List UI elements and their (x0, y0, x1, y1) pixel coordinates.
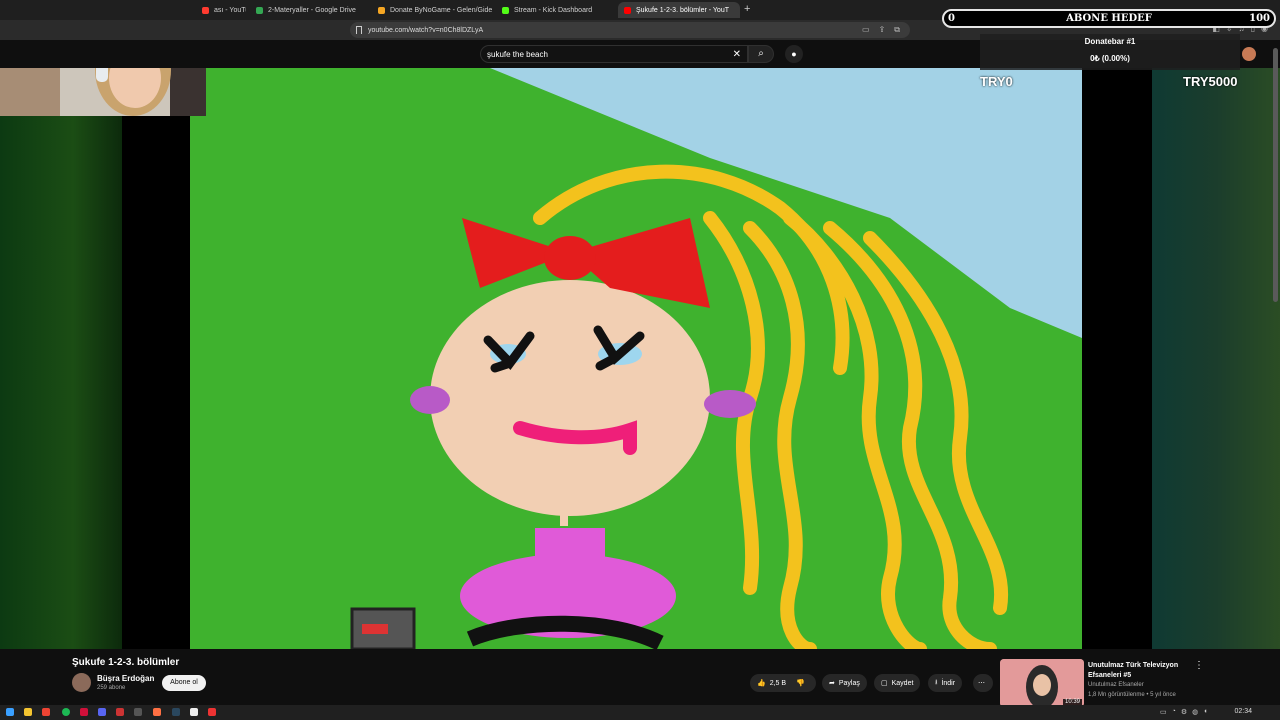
recommended-channel[interactable]: Unutulmaz Efsaneler (1088, 682, 1144, 688)
search-input[interactable]: şukufe the beach ✕ (480, 45, 748, 63)
start-menu-icon[interactable] (6, 708, 14, 716)
url-text[interactable]: youtube.com/watch?v=n0Ch8lDZLyA (368, 27, 483, 34)
address-bar[interactable]: ⚙ youtube.com/watch?v=n0Ch8lDZLyA ▭ ⇪ ⧉ (350, 22, 1280, 720)
like-dislike-group: 👍 2,5 B 👎 (750, 674, 816, 692)
browser-tab[interactable]: 2-Materyaller - Google Drive (250, 2, 368, 18)
youtube-taskbar-icon[interactable] (208, 708, 216, 716)
search-input-value[interactable]: şukufe the beach (487, 50, 548, 59)
system-tray: ▭ ◔ ⚙ ◍ ◖ (1160, 708, 1207, 716)
ambient-glow-right (1152, 68, 1280, 649)
tab-label: Donate ByNoGame - Gelen/Giden Bağ (390, 6, 492, 14)
tab-label: Stream - Kick Dashboard (514, 6, 593, 14)
channel-avatar[interactable] (72, 673, 91, 692)
taskbar: ▭ ◔ ⚙ ◍ ◖ 02:34 (0, 705, 1280, 720)
share-arrow-icon: ➦ (829, 680, 835, 687)
tab-favicon-icon (256, 6, 263, 14)
tab-label: 2-Materyaller - Google Drive (268, 6, 356, 14)
file-explorer-icon[interactable] (24, 708, 32, 716)
download-button[interactable]: ⭳ İndir (928, 674, 963, 692)
dislike-icon[interactable]: 👎 (796, 679, 805, 687)
tab-favicon-icon (502, 6, 509, 14)
browser-taskbar-icon[interactable] (153, 708, 161, 716)
donation-current: TRY0 (980, 74, 1013, 89)
translate-icon[interactable]: ⧉ (894, 25, 900, 35)
discord-icon[interactable] (98, 708, 106, 716)
share-icon[interactable]: ⇪ (879, 25, 886, 35)
steam-icon[interactable] (172, 708, 180, 716)
video-frame-drawing[interactable] (190, 68, 1082, 649)
more-icon: ⋯ (978, 680, 985, 687)
recommended-meta: 1,8 Mn görüntülenme • 5 yıl önce (1088, 692, 1176, 698)
recommended-menu-icon[interactable]: ⋮ (1194, 660, 1204, 671)
clear-search-icon[interactable]: ✕ (733, 49, 741, 60)
subscriber-count: 259 abone (97, 685, 126, 691)
browser-tab[interactable]: Donate ByNoGame - Gelen/Giden Bağ (372, 2, 492, 18)
recommended-thumbnail[interactable]: 10:39 (1000, 659, 1084, 707)
new-tab-button[interactable]: + (744, 3, 750, 15)
tab-favicon-icon (202, 6, 209, 14)
recommended-title[interactable]: Unutulmaz Türk Televizyon Efsaneleri #5 (1088, 661, 1188, 681)
network-icon[interactable]: ◍ (1192, 708, 1198, 716)
download-arrow-icon: ⭳ (935, 678, 938, 686)
tab-label: ası - YouTub (214, 6, 246, 14)
tab-favicon-icon (624, 6, 631, 14)
like-count[interactable]: 2,5 B (770, 680, 786, 687)
video-title: Şukufe 1-2-3. bölümler (72, 657, 180, 668)
user-avatar[interactable] (1242, 47, 1256, 61)
spotify-icon[interactable] (62, 708, 70, 716)
tray-icon[interactable]: ◔ (1172, 708, 1176, 716)
like-icon[interactable]: 👍 (757, 679, 766, 687)
donatebar-progress: 0₺ (0.00%) (1090, 54, 1130, 63)
download-label: İndir (941, 679, 956, 687)
page-scrollbar[interactable] (1273, 48, 1278, 302)
bookmark-icon[interactable] (356, 26, 362, 34)
video-info: Şukufe 1-2-3. bölümler Büşra Erdoğan 259… (0, 649, 1280, 707)
browser-tab[interactable]: Şukufe 1-2-3. bölümler - YouT✕ (618, 2, 740, 18)
search-button[interactable]: ⌕ (748, 45, 774, 63)
share-button[interactable]: ➦ Paylaş (822, 674, 867, 692)
browser-tab[interactable]: Stream - Kick Dashboard (496, 2, 614, 18)
donatebar-widget: Donatebar #1 0₺ (0.00%) (980, 34, 1240, 70)
browser-tab[interactable]: ası - YouTub (196, 2, 246, 18)
save-icon: ▢ (881, 680, 888, 687)
screen: ası - YouTub 2-Materyaller - Google Drive… (0, 0, 1280, 720)
channel-name[interactable]: Büşra Erdoğan (97, 674, 154, 683)
tab-label: Şukufe 1-2-3. bölümler - YouT (636, 6, 729, 14)
app-icon-crimson[interactable] (80, 708, 88, 716)
voice-search-button[interactable]: ● (785, 45, 803, 63)
subscribe-button[interactable]: Abone ol (162, 675, 206, 691)
volume-icon[interactable]: ◖ (1203, 708, 1207, 716)
microphone-icon: ● (791, 49, 797, 59)
cast-icon[interactable]: ▭ (862, 25, 870, 35)
share-label: Paylaş (838, 679, 860, 687)
subscriber-goal-bar: 0 ABONE HEDEF 100 (942, 9, 1276, 28)
ambient-glow-left (0, 48, 122, 649)
goal-title: ABONE HEDEF (1066, 13, 1152, 24)
taskbar-clock[interactable]: 02:34 (1234, 708, 1252, 715)
save-button[interactable]: ▢ Kaydet (874, 674, 921, 692)
app-icon-gray[interactable] (134, 708, 142, 716)
tab-favicon-icon (378, 6, 385, 14)
app-icon-dark-red[interactable] (116, 708, 124, 716)
tray-icon[interactable]: ▭ (1160, 708, 1167, 716)
donation-target: TRY5000 (1183, 74, 1238, 89)
tray-icon[interactable]: ⚙ (1181, 708, 1187, 716)
save-label: Kaydet (891, 679, 914, 687)
donatebar-title: Donatebar #1 (1084, 37, 1136, 46)
more-actions-button[interactable]: ⋯ (973, 674, 993, 692)
notes-icon[interactable] (190, 708, 198, 716)
app-icon-red[interactable] (42, 708, 50, 716)
search-icon: ⌕ (758, 48, 764, 59)
goal-end-value: 100 (1249, 13, 1270, 24)
